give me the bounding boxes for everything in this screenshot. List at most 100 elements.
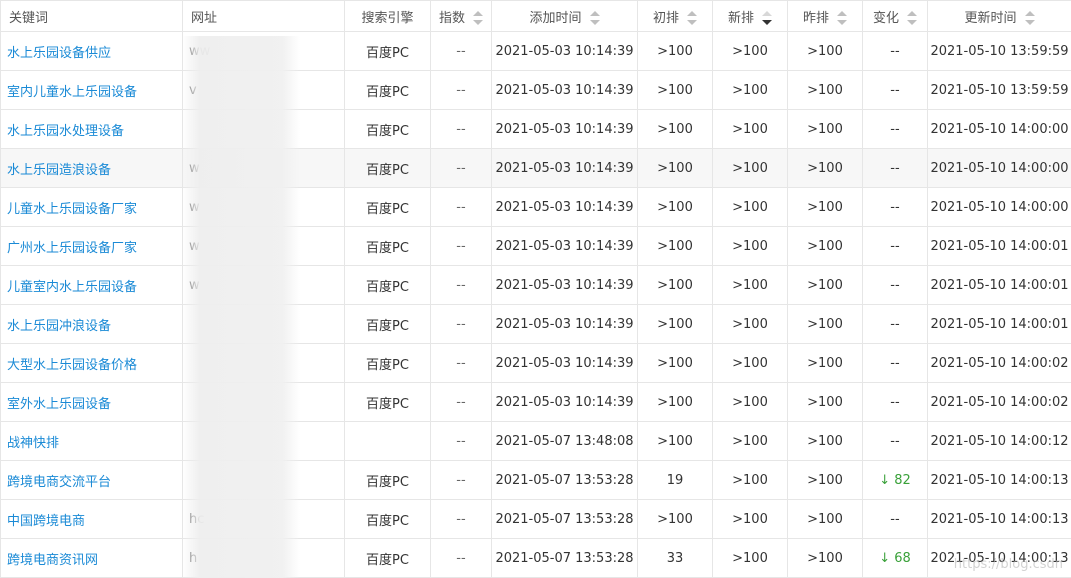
change-cell: ↓ 68	[862, 538, 928, 578]
sort-icon[interactable]	[837, 11, 847, 25]
added-time-cell: 2021-05-03 10:14:39	[491, 109, 638, 149]
col-updated-time[interactable]: 更新时间	[927, 0, 1071, 32]
first-rank-cell: >100	[637, 343, 713, 383]
added-time-cell: 2021-05-07 13:53:28	[491, 538, 638, 578]
table-row: 跨境电商交流平台 百度PC -- 2021-05-07 13:53:28 19 >100 >…	[0, 460, 1071, 500]
index-cell: --	[430, 226, 492, 266]
first-rank-cell: >100	[637, 31, 713, 71]
first-rank-cell: >100	[637, 265, 713, 305]
url-cell	[182, 304, 345, 344]
keyword-link[interactable]: 儿童水上乐园设备厂家	[0, 187, 183, 227]
table-row: 水上乐园水处理设备 百度PC -- 2021-05-03 10:14:39 >100 >1…	[0, 109, 1071, 149]
updated-time-cell: 2021-05-10 14:00:01	[927, 265, 1071, 305]
updated-time-cell: 2021-05-10 13:59:59	[927, 31, 1071, 71]
new-rank-cell: >100	[712, 382, 788, 422]
index-cell: --	[430, 460, 492, 500]
table-row: 儿童室内水上乐园设备 w 百度PC -- 2021-05-03 10:14:39 >100…	[0, 265, 1071, 305]
new-rank-cell: >100	[712, 421, 788, 461]
added-time-cell: 2021-05-07 13:48:08	[491, 421, 638, 461]
keyword-link[interactable]: 室外水上乐园设备	[0, 382, 183, 422]
change-cell: --	[862, 382, 928, 422]
engine-cell	[344, 421, 431, 461]
sort-desc-icon[interactable]	[762, 11, 772, 25]
sort-icon[interactable]	[473, 11, 483, 25]
yesterday-rank-cell: >100	[787, 499, 863, 539]
sort-icon[interactable]	[687, 11, 697, 25]
table-row: 中国跨境电商 hc 百度PC -- 2021-05-07 13:53:28 >100 >10…	[0, 499, 1071, 539]
sort-icon[interactable]	[589, 11, 600, 25]
added-time-cell: 2021-05-03 10:14:39	[491, 31, 638, 71]
table-row: 大型水上乐园设备价格 百度PC -- 2021-05-03 10:14:39 >100 >…	[0, 343, 1071, 383]
keyword-link[interactable]: 中国跨境电商	[0, 499, 183, 539]
added-time-cell: 2021-05-03 10:14:39	[491, 148, 638, 188]
added-time-cell: 2021-05-07 13:53:28	[491, 460, 638, 500]
change-cell: --	[862, 31, 928, 71]
yesterday-rank-cell: >100	[787, 343, 863, 383]
keyword-link[interactable]: 儿童室内水上乐园设备	[0, 265, 183, 305]
new-rank-cell: >100	[712, 538, 788, 578]
index-cell: --	[430, 70, 492, 110]
col-added-time[interactable]: 添加时间	[491, 0, 638, 32]
engine-cell: 百度PC	[344, 31, 431, 71]
col-new-rank[interactable]: 新排	[712, 0, 788, 32]
sort-icon[interactable]	[1024, 11, 1035, 25]
table-row: 水上乐园造浪设备 w 百度PC -- 2021-05-03 10:14:39 >100 >1…	[0, 148, 1071, 188]
first-rank-cell: >100	[637, 109, 713, 149]
change-cell: --	[862, 421, 928, 461]
index-cell: --	[430, 31, 492, 71]
col-yesterday-rank[interactable]: 昨排	[787, 0, 863, 32]
updated-time-cell: 2021-05-10 14:00:00	[927, 187, 1071, 227]
engine-cell: 百度PC	[344, 148, 431, 188]
index-cell: --	[430, 382, 492, 422]
keyword-link[interactable]: 水上乐园水处理设备	[0, 109, 183, 149]
url-cell	[182, 343, 345, 383]
yesterday-rank-cell: >100	[787, 109, 863, 149]
keyword-link[interactable]: 广州水上乐园设备厂家	[0, 226, 183, 266]
url-cell: v	[182, 70, 345, 110]
first-rank-cell: >100	[637, 148, 713, 188]
col-keyword: 关键词	[0, 0, 183, 32]
keyword-link[interactable]: 大型水上乐园设备价格	[0, 343, 183, 383]
table-row: 儿童水上乐园设备厂家 w 百度PC -- 2021-05-03 10:14:39 >100…	[0, 187, 1071, 227]
col-change[interactable]: 变化	[862, 0, 928, 32]
yesterday-rank-cell: >100	[787, 460, 863, 500]
added-time-cell: 2021-05-03 10:14:39	[491, 265, 638, 305]
engine-cell: 百度PC	[344, 187, 431, 227]
keyword-link[interactable]: 跨境电商资讯网	[0, 538, 183, 578]
new-rank-cell: >100	[712, 226, 788, 266]
change-cell: --	[862, 304, 928, 344]
keyword-link[interactable]: 水上乐园造浪设备	[0, 148, 183, 188]
sort-icon[interactable]	[907, 11, 917, 25]
keyword-link[interactable]: 战神快排	[0, 421, 183, 461]
watermark: https://blog.csdn	[953, 557, 1063, 572]
keyword-link[interactable]: 水上乐园冲浪设备	[0, 304, 183, 344]
table-row: 室内儿童水上乐园设备 v 百度PC -- 2021-05-03 10:14:39 >100…	[0, 70, 1071, 110]
new-rank-cell: >100	[712, 31, 788, 71]
added-time-cell: 2021-05-03 10:14:39	[491, 382, 638, 422]
col-first-rank[interactable]: 初排	[637, 0, 713, 32]
table-row: 跨境电商资讯网 h 百度PC -- 2021-05-07 13:53:28 33 >100 >…	[0, 538, 1071, 578]
index-cell: --	[430, 538, 492, 578]
table-row: 室外水上乐园设备 百度PC -- 2021-05-03 10:14:39 >100 >10…	[0, 382, 1071, 422]
col-url: 网址	[182, 0, 345, 32]
yesterday-rank-cell: >100	[787, 304, 863, 344]
updated-time-cell: 2021-05-10 14:00:00	[927, 109, 1071, 149]
keyword-link[interactable]: 跨境电商交流平台	[0, 460, 183, 500]
first-rank-cell: >100	[637, 421, 713, 461]
new-rank-cell: >100	[712, 148, 788, 188]
keyword-link[interactable]: 水上乐园设备供应	[0, 31, 183, 71]
keyword-link[interactable]: 室内儿童水上乐园设备	[0, 70, 183, 110]
first-rank-cell: >100	[637, 382, 713, 422]
table-row: 广州水上乐园设备厂家 w 百度PC -- 2021-05-03 10:14:39 >100…	[0, 226, 1071, 266]
added-time-cell: 2021-05-03 10:14:39	[491, 226, 638, 266]
index-cell: --	[430, 421, 492, 461]
change-cell: --	[862, 109, 928, 149]
col-index[interactable]: 指数	[430, 0, 492, 32]
yesterday-rank-cell: >100	[787, 226, 863, 266]
change-cell: ↓ 82	[862, 460, 928, 500]
engine-cell: 百度PC	[344, 343, 431, 383]
index-cell: --	[430, 265, 492, 305]
updated-time-cell: 2021-05-10 14:00:01	[927, 304, 1071, 344]
first-rank-cell: 19	[637, 460, 713, 500]
updated-time-cell: 2021-05-10 14:00:02	[927, 382, 1071, 422]
